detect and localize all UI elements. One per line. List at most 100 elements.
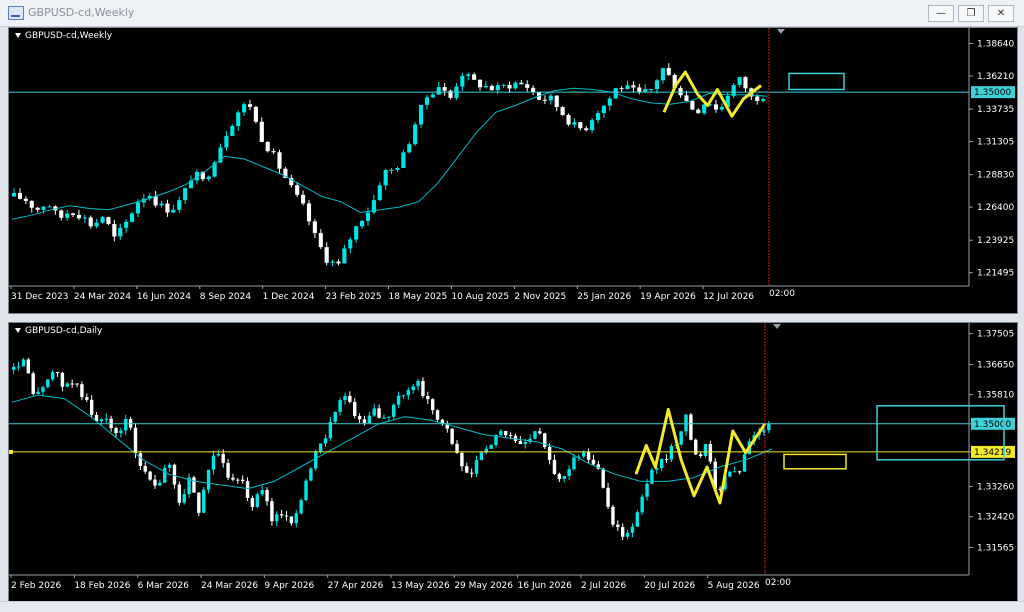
dropdown-triangle-icon[interactable]: [15, 328, 21, 333]
candle-body: [635, 512, 639, 527]
candle-body: [396, 395, 401, 405]
candle-body: [177, 200, 182, 210]
candle-body: [401, 395, 406, 397]
secondary-price-label: 1.34219: [974, 448, 1011, 458]
candle-body: [192, 477, 196, 493]
candle-body: [377, 185, 382, 201]
x-tick-label: 18 Feb 2026: [74, 581, 130, 591]
candle-body: [55, 372, 60, 374]
candle-body: [489, 85, 494, 91]
candle-body: [477, 79, 483, 88]
x-tick-label: 24 Mar 2026: [201, 581, 258, 591]
candle-body: [690, 100, 695, 110]
candle-body: [26, 359, 31, 374]
candle-body: [323, 438, 328, 444]
candle-body: [328, 421, 333, 439]
candle-body: [36, 391, 40, 395]
candle-body: [660, 68, 665, 81]
candle-body: [70, 213, 76, 216]
candle-body: [47, 206, 52, 208]
candle-body: [50, 372, 55, 380]
candle-body: [426, 396, 430, 400]
weekly-chart-title: GBPUSD-cd,Weekly: [15, 31, 112, 41]
y-tick-label: 1.31565: [977, 543, 1014, 553]
y-tick-label: 1.33260: [977, 482, 1014, 492]
candle-body: [557, 474, 562, 479]
candle-body: [733, 471, 737, 473]
candle-body: [12, 192, 17, 197]
candle-body: [684, 95, 689, 101]
candle-body: [377, 408, 381, 418]
minimize-button[interactable]: —: [928, 5, 954, 22]
x-tick-label: 6 Mar 2026: [138, 581, 190, 591]
candle-body: [112, 224, 117, 237]
restore-button[interactable]: ❐: [958, 5, 984, 22]
candle-body: [236, 479, 240, 481]
candle-body: [547, 446, 552, 460]
candle-body: [253, 106, 258, 122]
x-tick-label: 16 Jun 2024: [137, 292, 191, 302]
daily-chart-svg[interactable]: 1.37505 1.36650 1.35810 1.35000 1.34219 1.332…: [9, 323, 1017, 601]
candle-body: [279, 514, 284, 516]
candle-body: [277, 152, 282, 169]
candle-body: [499, 431, 503, 436]
x-tick-label: 27 Apr 2026: [328, 581, 384, 591]
candle-body: [231, 477, 235, 480]
candle-body: [21, 359, 26, 367]
candle-body: [206, 176, 211, 180]
x-tick-label: 2 Nov 2025: [514, 292, 566, 302]
candle-body: [295, 185, 300, 195]
candle-body: [365, 212, 371, 221]
candle-body: [138, 453, 143, 466]
candle-body: [504, 431, 508, 436]
window-titlebar: GBPUSD-cd,Weekly — ❐ ✕: [0, 0, 1024, 27]
candle-body: [159, 203, 164, 206]
candle-body: [392, 404, 396, 417]
candle-body: [255, 494, 259, 507]
candle-body: [572, 122, 577, 125]
candle-body: [318, 233, 323, 248]
candle-body: [418, 104, 424, 125]
candle-body: [620, 527, 625, 537]
candle-body: [538, 431, 542, 434]
close-icon: ✕: [996, 8, 1006, 19]
candle-body: [202, 489, 206, 513]
candle-body: [65, 383, 69, 387]
candle-body: [533, 431, 537, 439]
candle-body: [590, 120, 595, 131]
weekly-chart-svg[interactable]: 1.38640 1.36210 1.33735 1.31305 1.28830 1.264…: [9, 28, 1017, 313]
candle-body: [70, 383, 74, 385]
candle-body: [696, 109, 701, 114]
candle-body: [158, 482, 162, 486]
candle-body: [294, 513, 298, 524]
candle-body: [304, 480, 308, 501]
crosshair-time-label: 02:00: [769, 289, 795, 299]
y-tick-label: 1.31305: [977, 138, 1014, 148]
candle-body: [82, 217, 87, 219]
candle-body: [479, 452, 484, 461]
daily-chart-pane[interactable]: GBPUSD-cd,Daily 1.37505 1.36650 1.35810 1.3…: [8, 322, 1018, 602]
candle-body: [554, 95, 559, 107]
candle-body: [513, 82, 518, 89]
minimize-icon: —: [936, 8, 946, 19]
weekly-chart-pane[interactable]: GBPUSD-cd,Weekly 1.38640 1.36210 1.33735 1.…: [8, 27, 1018, 314]
candle-body: [265, 141, 270, 152]
candle-body: [430, 399, 435, 411]
candle-body: [450, 428, 454, 444]
y-tick-label: 1.23925: [977, 236, 1014, 246]
y-tick-label: 1.21495: [977, 269, 1014, 279]
candle-body: [106, 217, 111, 225]
candle-body: [135, 202, 140, 214]
candle-body: [183, 188, 188, 201]
horizontal-scrollbar[interactable]: [0, 601, 1024, 612]
close-button[interactable]: ✕: [988, 5, 1014, 22]
candle-body: [129, 213, 135, 222]
candle-body: [474, 460, 479, 474]
chart-window-icon: [8, 6, 24, 20]
candle-body: [367, 415, 372, 424]
candle-body: [424, 97, 430, 105]
x-tick-label: 13 May 2026: [391, 581, 450, 591]
candle-body: [637, 87, 642, 92]
dropdown-triangle-icon[interactable]: [15, 33, 21, 38]
candle-body: [460, 75, 465, 87]
